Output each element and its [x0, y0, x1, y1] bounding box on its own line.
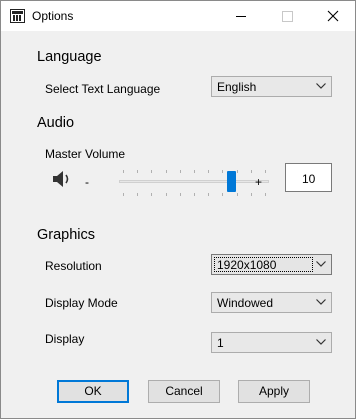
ok-button[interactable]: OK [57, 380, 129, 403]
slider-tick [151, 193, 152, 196]
slider-tick [265, 170, 266, 173]
chevron-down-icon [316, 261, 326, 267]
text-language-label: Select Text Language [45, 82, 161, 96]
slider-tick [180, 170, 181, 173]
resolution-value: 1920x1080 [217, 258, 277, 272]
maximize-button [264, 1, 310, 31]
volume-value: 10 [302, 172, 316, 186]
display-label: Display [45, 332, 85, 346]
language-heading: Language [37, 49, 102, 65]
slider-tick [251, 193, 252, 196]
slider-tick [180, 193, 181, 196]
display-value: 1 [217, 336, 224, 350]
slider-tick [208, 170, 209, 173]
resolution-select[interactable]: 1920x1080 [211, 254, 332, 275]
display-mode-label: Display Mode [45, 296, 118, 310]
display-mode-value: Windowed [217, 296, 274, 310]
volume-value-box[interactable]: 10 [285, 163, 332, 192]
slider-tick [137, 193, 138, 196]
display-select[interactable]: 1 [211, 332, 332, 353]
slider-tick [237, 170, 238, 173]
master-volume-label: Master Volume [45, 147, 126, 161]
speaker-icon [53, 171, 69, 187]
volume-minus-label: - [85, 175, 89, 189]
slider-tick [222, 193, 223, 196]
text-language-select[interactable]: English [211, 76, 332, 97]
slider-tick [222, 170, 223, 173]
slider-tick [194, 193, 195, 196]
volume-plus-label: + [255, 175, 263, 189]
display-mode-select[interactable]: Windowed [211, 292, 332, 313]
cancel-button[interactable]: Cancel [148, 380, 220, 403]
chevron-down-icon [316, 83, 326, 89]
close-icon [327, 10, 339, 22]
options-window: Options Language Select Text Language En… [0, 0, 356, 419]
slider-tick [194, 170, 195, 173]
slider-tick [251, 170, 252, 173]
slider-tick [137, 170, 138, 173]
text-language-value: English [217, 80, 257, 94]
slider-tick [237, 193, 238, 196]
slider-tick [166, 193, 167, 196]
slider-tick [166, 170, 167, 173]
chevron-down-icon [316, 339, 326, 345]
apply-button[interactable]: Apply [238, 380, 310, 403]
graphics-heading: Graphics [37, 227, 96, 243]
minimize-button[interactable] [218, 1, 264, 31]
slider-tick [123, 193, 124, 196]
app-icon [10, 9, 25, 23]
slider-tick [265, 193, 266, 196]
slider-tick [123, 170, 124, 173]
volume-slider-track[interactable] [119, 180, 269, 183]
chevron-down-icon [316, 299, 326, 305]
slider-tick [208, 193, 209, 196]
resolution-label: Resolution [45, 259, 102, 273]
title-bar: Options [1, 1, 355, 31]
audio-heading: Audio [37, 115, 75, 131]
slider-tick [151, 170, 152, 173]
close-button[interactable] [310, 1, 356, 31]
window-title: Options [32, 9, 74, 23]
volume-slider-thumb[interactable] [227, 171, 236, 192]
